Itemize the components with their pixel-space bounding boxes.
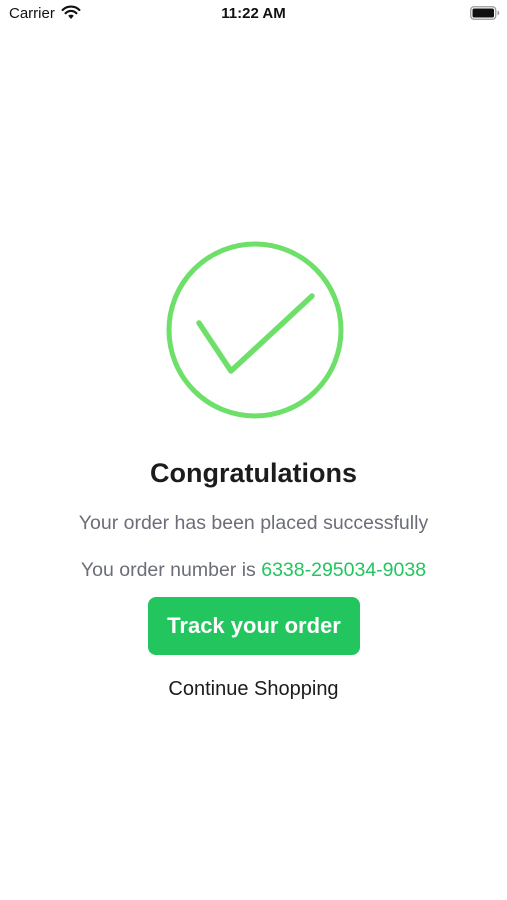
track-order-button[interactable]: Track your order	[148, 597, 360, 655]
checkmark-circle-icon	[166, 241, 344, 419]
status-bar: Carrier 11:22 AM	[0, 0, 507, 30]
success-message: Your order has been placed successfully	[78, 512, 429, 534]
order-number-prefix: You order number is	[80, 559, 256, 581]
battery-icon	[470, 6, 500, 20]
success-headline: Congratulations	[150, 458, 357, 488]
status-time: 11:22 AM	[221, 5, 286, 22]
order-number-line: You order number is 6338-295034-9038	[0, 559, 507, 582]
continue-shopping-button[interactable]: Continue Shopping	[0, 678, 507, 701]
order-number: 6338-295034-9038	[261, 559, 427, 581]
